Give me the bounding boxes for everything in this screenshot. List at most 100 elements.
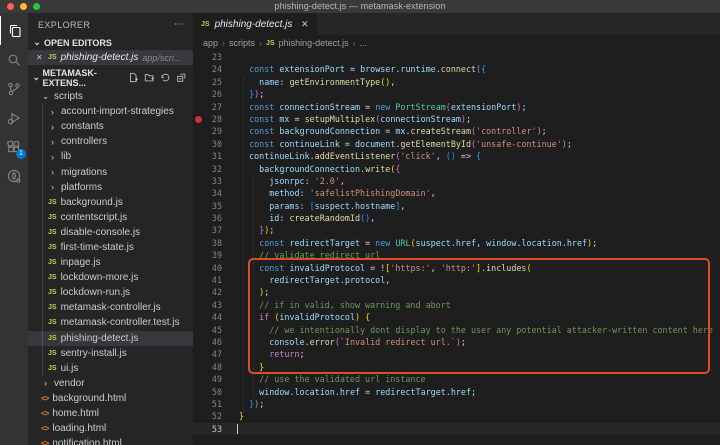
tab-phishing-detect[interactable]: JS phishing-detect.js ✕ — [193, 13, 317, 35]
code-line-31[interactable]: 31 continueLink.addEventListener('click'… — [193, 150, 720, 162]
tree-item-first-time-state-js[interactable]: JSfirst-time-state.js — [28, 240, 193, 255]
code-line-49[interactable]: 49 // use the validated url instance — [193, 373, 720, 385]
extensions-icon[interactable]: 1 — [0, 132, 28, 161]
new-folder-icon[interactable] — [144, 72, 155, 83]
tree-item-disable-console-js[interactable]: JSdisable-console.js — [28, 225, 193, 240]
refresh-icon[interactable] — [160, 72, 171, 83]
line-number[interactable]: 30 — [193, 138, 222, 150]
line-number[interactable]: 40 — [193, 262, 222, 274]
line-number[interactable]: 43 — [193, 299, 222, 311]
tree-item-vendor[interactable]: ›vendor — [28, 376, 193, 391]
zoom-window-button[interactable] — [33, 3, 40, 10]
code-line-28[interactable]: 28 const mx = setupMultiplex(connectionS… — [193, 113, 720, 125]
run-debug-icon[interactable] — [0, 103, 28, 132]
code-line-34[interactable]: 34 method: 'safelistPhishingDomain', — [193, 187, 720, 199]
code-line-53[interactable]: 53 — [193, 423, 720, 435]
code-line-25[interactable]: 25 name: getEnvironmentType(), — [193, 76, 720, 88]
tree-item-metamask-controller-test-js[interactable]: JSmetamask-controller.test.js — [28, 315, 193, 330]
code-line-23[interactable]: 23 — [193, 51, 720, 63]
line-number[interactable]: 49 — [193, 373, 222, 385]
line-number[interactable]: 41 — [193, 274, 222, 286]
close-tab-icon[interactable]: ✕ — [301, 19, 309, 30]
line-number[interactable]: 36 — [193, 212, 222, 224]
new-file-icon[interactable] — [128, 72, 139, 83]
code-line-24[interactable]: 24 const extensionPort = browser.runtime… — [193, 63, 720, 75]
close-window-button[interactable] — [7, 3, 14, 10]
tree-item-inpage-js[interactable]: JSinpage.js — [28, 255, 193, 270]
collapse-all-icon[interactable] — [176, 72, 187, 83]
line-number[interactable]: 31 — [193, 150, 222, 162]
tree-item-scripts[interactable]: ⌄scripts — [28, 89, 193, 104]
breadcrumb-app[interactable]: app — [203, 38, 218, 48]
line-number[interactable]: 35 — [193, 200, 222, 212]
tree-item-account-import-strategies[interactable]: ›account-import-strategies — [28, 104, 193, 119]
line-number[interactable]: 45 — [193, 324, 222, 336]
breadcrumb-scripts[interactable]: scripts — [229, 38, 255, 48]
tree-item-notification-html[interactable]: <>notification.html — [28, 436, 193, 445]
line-number[interactable]: 32 — [193, 163, 222, 175]
code-line-27[interactable]: 27 const connectionStream = new PortStre… — [193, 101, 720, 113]
extension-circle-icon[interactable] — [0, 161, 28, 190]
tree-item-loading-html[interactable]: <>loading.html — [28, 421, 193, 436]
line-number[interactable]: 48 — [193, 361, 222, 373]
line-number[interactable]: 51 — [193, 398, 222, 410]
tree-item-phishing-detect-js[interactable]: JSphishing-detect.js — [28, 331, 193, 346]
open-editor-phishing-detect[interactable]: ✕ JS phishing-detect.js app/scri... — [28, 50, 193, 65]
line-number[interactable]: 52 — [193, 410, 222, 422]
breadcrumb-symbol[interactable]: ... — [360, 38, 368, 48]
line-number[interactable]: 37 — [193, 224, 222, 236]
code-line-51[interactable]: 51 }); — [193, 398, 720, 410]
code-line-37[interactable]: 37 }); — [193, 224, 720, 236]
code-line-35[interactable]: 35 params: [suspect.hostname], — [193, 200, 720, 212]
tree-item-lockdown-more-js[interactable]: JSlockdown-more.js — [28, 270, 193, 285]
tree-item-platforms[interactable]: ›platforms — [28, 180, 193, 195]
tree-item-controllers[interactable]: ›controllers — [28, 134, 193, 149]
source-control-icon[interactable] — [0, 74, 28, 103]
code-line-30[interactable]: 30 const continueLink = document.getElem… — [193, 138, 720, 150]
line-number[interactable]: 25 — [193, 76, 222, 88]
tree-item-sentry-install-js[interactable]: JSsentry-install.js — [28, 346, 193, 361]
explorer-more-actions-icon[interactable]: ⋯ — [174, 19, 185, 30]
tree-item-ui-js[interactable]: JSui.js — [28, 361, 193, 376]
tree-item-contentscript-js[interactable]: JScontentscript.js — [28, 210, 193, 225]
line-number[interactable]: 29 — [193, 125, 222, 137]
line-number[interactable]: 53 — [193, 423, 222, 435]
tree-item-lib[interactable]: ›lib — [28, 149, 193, 164]
line-number[interactable]: 24 — [193, 63, 222, 75]
line-number[interactable]: 27 — [193, 101, 222, 113]
tree-item-metamask-controller-js[interactable]: JSmetamask-controller.js — [28, 300, 193, 315]
tree-item-migrations[interactable]: ›migrations — [28, 164, 193, 179]
minimize-window-button[interactable] — [20, 3, 27, 10]
explorer-icon[interactable] — [0, 16, 28, 45]
code-line-50[interactable]: 50 window.location.href = redirectTarget… — [193, 386, 720, 398]
code-line-32[interactable]: 32 backgroundConnection.write({ — [193, 163, 720, 175]
code-line-26[interactable]: 26 }); — [193, 88, 720, 100]
code-line-33[interactable]: 33 jsonrpc: '2.0', — [193, 175, 720, 187]
tree-item-background-js[interactable]: JSbackground.js — [28, 195, 193, 210]
code-line-52[interactable]: 52} — [193, 410, 720, 422]
open-editors-section-header[interactable]: ⌄ OPEN EDITORS — [28, 35, 193, 50]
code-editor[interactable]: 2324 const extensionPort = browser.runti… — [193, 51, 720, 445]
breakpoint-icon[interactable] — [195, 116, 202, 123]
close-editor-icon[interactable]: ✕ — [36, 53, 44, 62]
search-icon[interactable] — [0, 45, 28, 74]
tree-item-background-html[interactable]: <>background.html — [28, 391, 193, 406]
line-number[interactable]: 38 — [193, 237, 222, 249]
line-number[interactable]: 46 — [193, 336, 222, 348]
line-number[interactable]: 34 — [193, 187, 222, 199]
line-number[interactable]: 23 — [193, 51, 222, 63]
tree-item-lockdown-run-js[interactable]: JSlockdown-run.js — [28, 285, 193, 300]
line-number[interactable]: 26 — [193, 88, 222, 100]
breadcrumb-file[interactable]: phishing-detect.js — [279, 38, 349, 48]
code-line-29[interactable]: 29 const backgroundConnection = mx.creat… — [193, 125, 720, 137]
line-number[interactable]: 39 — [193, 249, 222, 261]
workspace-section-header[interactable]: ⌄ METAMASK-EXTENS... — [28, 70, 193, 85]
line-number[interactable]: 47 — [193, 348, 222, 360]
line-number[interactable]: 44 — [193, 311, 222, 323]
tree-item-home-html[interactable]: <>home.html — [28, 406, 193, 421]
code-line-38[interactable]: 38 const redirectTarget = new URL(suspec… — [193, 237, 720, 249]
code-line-36[interactable]: 36 id: createRandomId(), — [193, 212, 720, 224]
tree-item-constants[interactable]: ›constants — [28, 119, 193, 134]
line-number[interactable]: 33 — [193, 175, 222, 187]
line-number[interactable]: 42 — [193, 286, 222, 298]
